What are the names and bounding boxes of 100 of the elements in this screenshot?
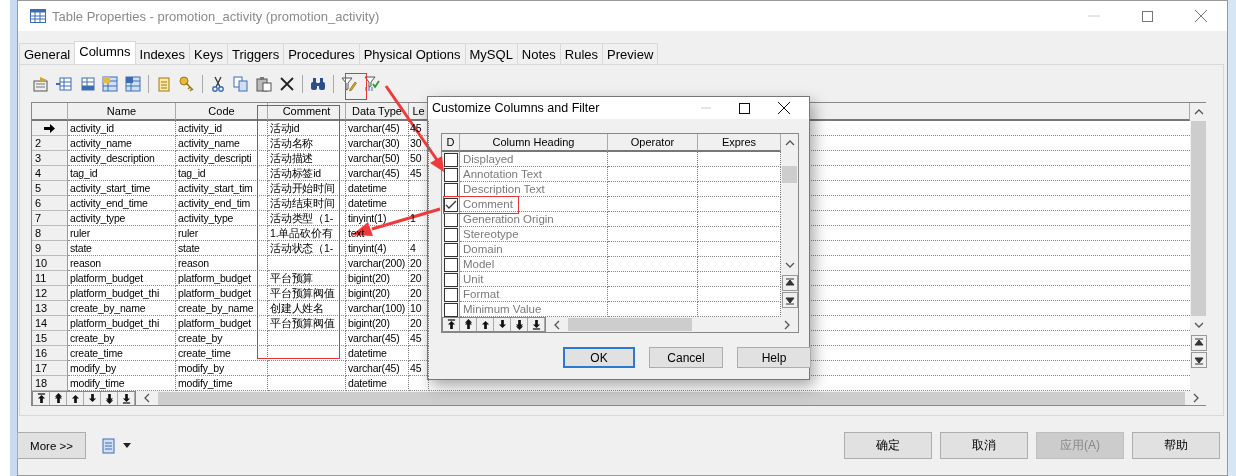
- table-cell: 平台预算: [268, 271, 346, 286]
- table-cell: datetime: [346, 181, 409, 196]
- table-cell: tag_id: [176, 166, 268, 181]
- table-icon[interactable]: [102, 76, 118, 92]
- paste-icon[interactable]: [256, 76, 272, 92]
- scroll-to-top-button[interactable]: [781, 275, 798, 291]
- table-cell: datetime: [346, 196, 409, 211]
- dialog-button[interactable]: 确定: [844, 432, 932, 459]
- column-header[interactable]: Data Type: [346, 103, 409, 121]
- table-cell: 平台预算阀值: [268, 286, 346, 301]
- arrow-icon: [531, 319, 541, 330]
- column-header[interactable]: Name: [68, 103, 176, 121]
- row-header[interactable]: 6: [32, 196, 68, 211]
- maximize-icon[interactable]: [739, 102, 750, 114]
- cut-icon[interactable]: [210, 76, 226, 92]
- scroll-up-icon[interactable]: [784, 140, 795, 146]
- arrow-icon: [446, 319, 456, 330]
- row-header[interactable]: 16: [32, 346, 68, 361]
- row-header[interactable]: 15: [32, 331, 68, 346]
- row-header[interactable]: [32, 121, 68, 136]
- column-header[interactable]: Operator: [608, 134, 698, 152]
- more-button[interactable]: More >>: [17, 432, 86, 459]
- add-row-icon[interactable]: [79, 76, 95, 92]
- arrow-icon: [70, 392, 80, 404]
- scroll-up-icon[interactable]: [1193, 109, 1204, 115]
- scroll-to-bottom-button[interactable]: [781, 292, 798, 308]
- tab[interactable]: MySQL: [464, 43, 518, 64]
- arrow-icon: [1193, 355, 1204, 365]
- scroll-down-icon[interactable]: [1193, 322, 1204, 328]
- table-cell: activity_id: [176, 121, 268, 136]
- dialog-button[interactable]: 帮助: [1132, 432, 1220, 459]
- tab[interactable]: Physical Options: [358, 43, 466, 64]
- row-header[interactable]: 2: [32, 136, 68, 151]
- copy-icon[interactable]: [233, 76, 249, 92]
- table-cell: activity_type: [68, 211, 176, 226]
- scroll-down-icon[interactable]: [784, 262, 795, 268]
- arrow-icon: [1193, 338, 1204, 348]
- row-header[interactable]: 13: [32, 301, 68, 316]
- dialog-button[interactable]: 取消: [940, 432, 1028, 459]
- row-header[interactable]: 5: [32, 181, 68, 196]
- find-icon[interactable]: [310, 76, 326, 92]
- scroll-to-top-button[interactable]: [1190, 335, 1207, 351]
- scroll-left-icon[interactable]: [144, 393, 150, 403]
- scroll-left-icon[interactable]: [554, 319, 560, 330]
- delete-icon[interactable]: [279, 76, 295, 92]
- table-cell: Description Text: [460, 182, 608, 197]
- row-header[interactable]: 3: [32, 151, 68, 166]
- table-cell: Annotation Text: [460, 167, 608, 182]
- table-cell: reason: [68, 256, 176, 271]
- column-header[interactable]: Comment: [268, 103, 346, 121]
- horizontal-scrollbar[interactable]: [158, 391, 1185, 405]
- tab[interactable]: Keys: [189, 43, 228, 64]
- column-header[interactable]: Column Heading: [460, 134, 608, 152]
- vertical-scrollbar[interactable]: [1190, 103, 1207, 391]
- table-cell: 平台预算阀值: [268, 316, 346, 331]
- close-icon[interactable]: [778, 102, 790, 114]
- table-cell: platform_budget: [68, 271, 176, 286]
- row-header[interactable]: 7: [32, 211, 68, 226]
- vertical-scrollbar[interactable]: [781, 134, 798, 317]
- scroll-right-icon[interactable]: [1193, 393, 1199, 403]
- table-cell: 活动开始时间: [268, 181, 346, 196]
- row-header[interactable]: 8: [32, 226, 68, 241]
- row-header[interactable]: 17: [32, 361, 68, 376]
- row-header[interactable]: 14: [32, 316, 68, 331]
- table-icon[interactable]: [125, 76, 141, 92]
- row-header[interactable]: 18: [32, 376, 68, 391]
- tab[interactable]: General: [19, 43, 76, 64]
- tab[interactable]: Columns: [74, 41, 136, 64]
- dialog-button[interactable]: Cancel: [649, 347, 723, 368]
- scroll-thumb[interactable]: [782, 166, 797, 183]
- filter-icon[interactable]: [341, 76, 357, 92]
- table-cell: create_by: [176, 331, 268, 346]
- tab[interactable]: Triggers: [227, 43, 285, 64]
- key-icon[interactable]: [179, 76, 195, 92]
- dialog-button[interactable]: OK: [563, 347, 635, 368]
- dialog-button[interactable]: Help: [737, 347, 811, 368]
- table-cell: reason: [176, 256, 268, 271]
- insert-row-icon[interactable]: [56, 76, 72, 92]
- filter-icon[interactable]: [364, 76, 380, 92]
- scroll-to-bottom-button[interactable]: [1190, 352, 1207, 368]
- row-header[interactable]: 12: [32, 286, 68, 301]
- table-cell: activity_name: [176, 136, 268, 151]
- scroll-thumb[interactable]: [568, 318, 692, 331]
- scroll-thumb[interactable]: [1191, 121, 1206, 316]
- column-header[interactable]: D: [442, 134, 460, 152]
- scroll-right-icon[interactable]: [784, 319, 790, 330]
- row-header[interactable]: 9: [32, 241, 68, 256]
- tab[interactable]: Preview: [602, 43, 659, 64]
- table-cell: state: [176, 241, 268, 256]
- table-cell: create_by: [68, 331, 176, 346]
- table-cell: ruler: [68, 226, 176, 241]
- current-row-icon: [44, 123, 55, 133]
- dropdown-caret-icon[interactable]: [123, 443, 131, 448]
- table-cell: activity_name: [68, 136, 176, 151]
- row-header[interactable]: 4: [32, 166, 68, 181]
- arrow-icon: [497, 319, 507, 330]
- row-header[interactable]: 11: [32, 271, 68, 286]
- row-header[interactable]: 10: [32, 256, 68, 271]
- column-header[interactable]: Code: [176, 103, 268, 121]
- column-header[interactable]: Expres: [698, 134, 781, 152]
